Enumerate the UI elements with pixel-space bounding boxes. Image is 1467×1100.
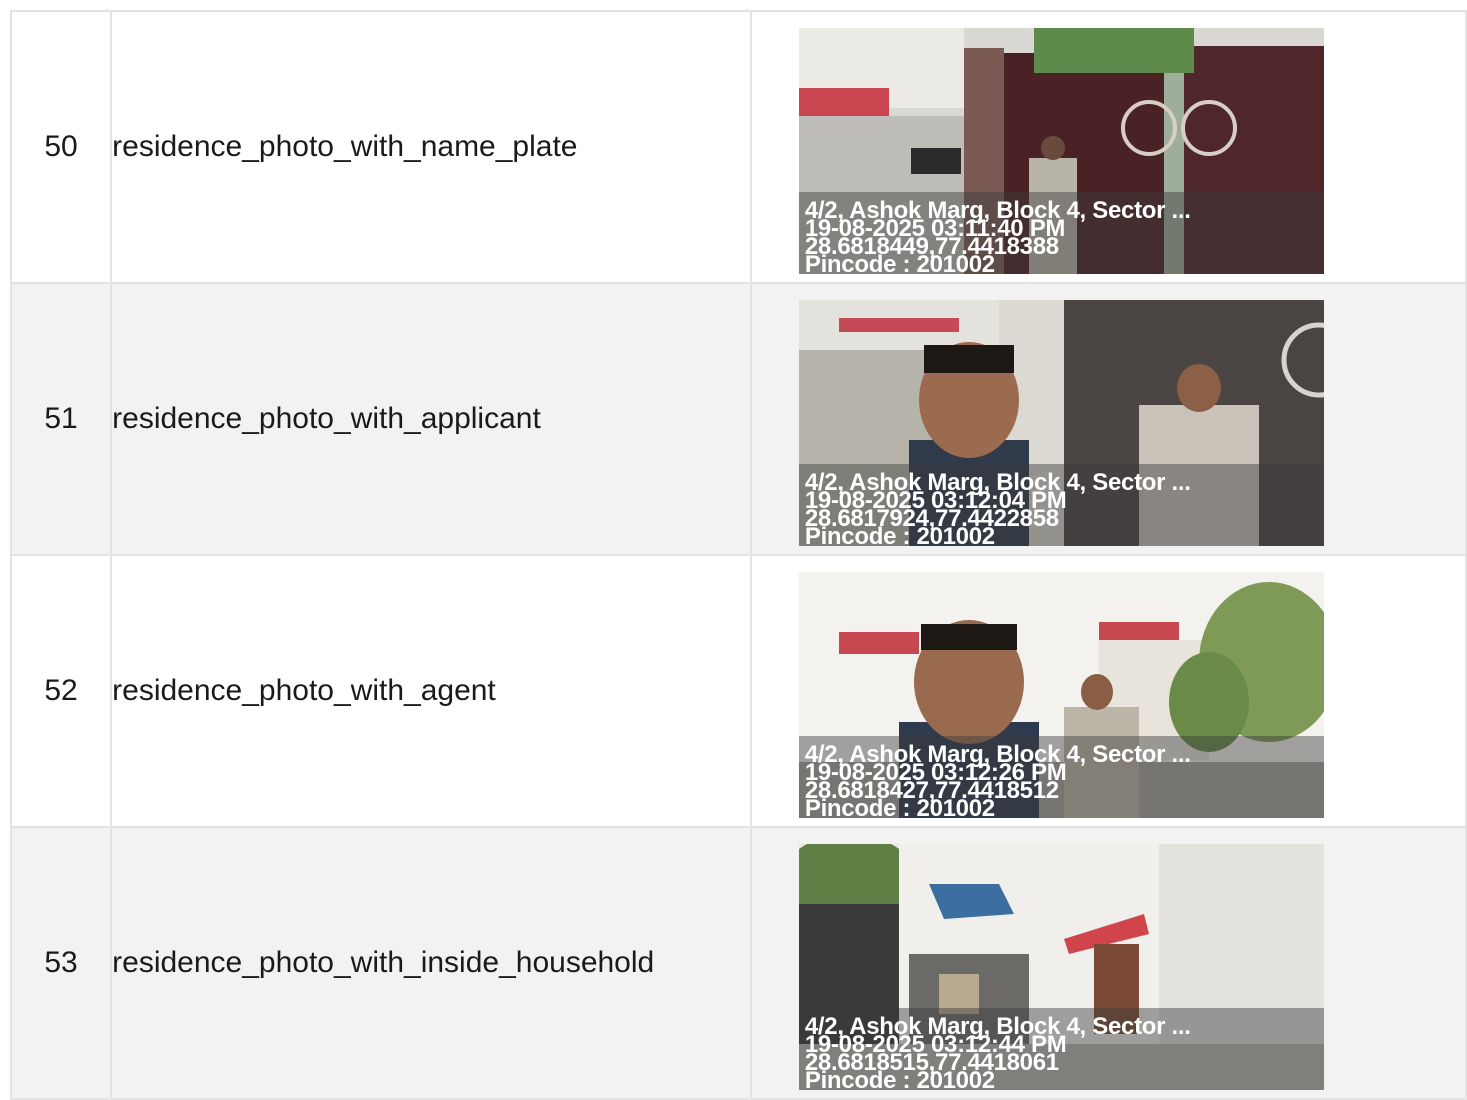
residence-photo[interactable]: 4/2, Ashok Marg, Block 4, Sector ... 19-… [798, 572, 1324, 819]
photo-cell: 4/2, Ashok Marg, Block 4, Sector ... 19-… [749, 282, 1467, 556]
row-number: 53 [9, 826, 113, 1100]
geo-stamp: 4/2, Ashok Marg, Block 4, Sector ... 19-… [805, 1015, 1191, 1091]
table-row: 52 residence_photo_with_agent 4/2, Ashok… [9, 554, 1467, 828]
geo-stamp: 4/2, Ashok Marg, Block 4, Sector ... 19-… [805, 743, 1191, 819]
photo-cell: 4/2, Ashok Marg, Block 4, Sector ... 19-… [749, 554, 1467, 828]
row-label: residence_photo_with_inside_household [110, 826, 752, 1100]
table-row: 50 residence_photo_with_name_plate 4/2, … [9, 10, 1467, 284]
row-label: residence_photo_with_name_plate [110, 10, 752, 284]
row-number: 50 [9, 10, 113, 284]
row-label: residence_photo_with_applicant [110, 282, 752, 556]
row-label: residence_photo_with_agent [110, 554, 752, 828]
photo-cell: 4/2, Ashok Marg, Block 4, Sector ... 19-… [749, 826, 1467, 1100]
row-number: 51 [9, 282, 113, 556]
table-row: 53 residence_photo_with_inside_household [9, 826, 1467, 1100]
row-number: 52 [9, 554, 113, 828]
residence-photo[interactable]: 4/2, Ashok Marg, Block 4, Sector ... 19-… [798, 300, 1324, 547]
photo-cell: 4/2, Ashok Marg, Block 4, Sector ... 19-… [749, 10, 1467, 284]
geo-stamp: 4/2, Ashok Marg, Block 4, Sector ... 19-… [805, 471, 1191, 547]
table-row: 51 residence_photo_with_applicant 4/2, A… [9, 282, 1467, 556]
photo-table: 50 residence_photo_with_name_plate 4/2, … [9, 10, 1467, 1100]
residence-photo[interactable]: 4/2, Ashok Marg, Block 4, Sector ... 19-… [798, 28, 1324, 275]
residence-photo[interactable]: 4/2, Ashok Marg, Block 4, Sector ... 19-… [798, 844, 1324, 1091]
geo-stamp: 4/2, Ashok Marg, Block 4, Sector ... 19-… [805, 199, 1191, 275]
